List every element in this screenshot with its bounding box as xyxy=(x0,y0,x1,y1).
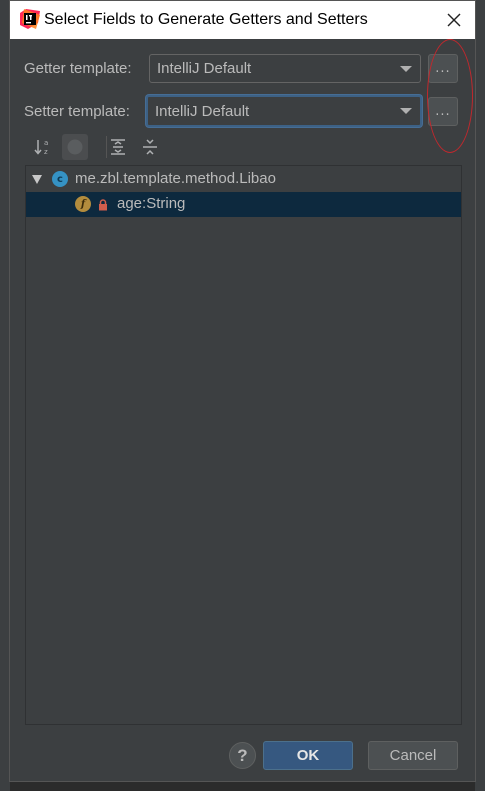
tree-field-label: age:String xyxy=(117,195,186,212)
background-editor-right xyxy=(475,0,485,791)
tree-class-label: me.zbl.template.method.Libao xyxy=(75,170,276,187)
private-lock-icon xyxy=(99,199,107,211)
class-icon: c xyxy=(52,171,68,187)
expand-all-button[interactable] xyxy=(105,134,131,160)
setter-template-combo[interactable]: IntelliJ Default xyxy=(146,95,422,127)
sort-alphabetically-button[interactable]: a z xyxy=(30,134,56,160)
fields-tree[interactable]: c me.zbl.template.method.Libao f age:Str… xyxy=(25,165,462,725)
setter-more-label: ... xyxy=(435,104,451,119)
show-classes-button[interactable] xyxy=(62,134,88,160)
field-icon: f xyxy=(75,196,91,212)
show-classes-icon xyxy=(67,139,83,155)
tree-class-node[interactable]: c me.zbl.template.method.Libao xyxy=(26,167,461,192)
getter-template-combo[interactable]: IntelliJ Default xyxy=(149,54,421,83)
help-button[interactable]: ? xyxy=(229,742,256,769)
collapse-all-icon xyxy=(143,139,157,155)
close-icon xyxy=(447,13,461,27)
close-button[interactable] xyxy=(441,7,467,33)
ok-button[interactable]: OK xyxy=(263,741,353,770)
getter-template-label: Getter template: xyxy=(24,60,132,77)
sort-alphabetically-icon: a z xyxy=(34,139,48,156)
setter-template-value: IntelliJ Default xyxy=(155,102,250,120)
dialog-titlebar: Select Fields to Generate Getters and Se… xyxy=(10,1,475,39)
getter-template-more-button[interactable]: ... xyxy=(428,54,458,83)
chevron-down-icon xyxy=(400,65,412,72)
setter-template-label: Setter template: xyxy=(24,103,130,120)
collapse-all-button[interactable] xyxy=(137,134,163,160)
cancel-label: Cancel xyxy=(389,747,437,764)
svg-text:z: z xyxy=(44,148,48,156)
chevron-down-icon xyxy=(400,108,412,114)
ok-label: OK xyxy=(296,747,320,764)
generate-getters-setters-dialog: Select Fields to Generate Getters and Se… xyxy=(9,0,476,782)
expand-arrow-icon[interactable] xyxy=(32,175,42,184)
cancel-button[interactable]: Cancel xyxy=(368,741,458,770)
svg-text:a: a xyxy=(44,139,48,147)
tree-field-node[interactable]: f age:String xyxy=(26,192,461,217)
intellij-app-icon xyxy=(20,9,40,29)
setter-template-more-button[interactable]: ... xyxy=(428,97,458,126)
getter-more-label: ... xyxy=(435,61,451,76)
expand-all-icon xyxy=(111,139,125,155)
dialog-title: Select Fields to Generate Getters and Se… xyxy=(44,11,368,28)
getter-template-value: IntelliJ Default xyxy=(157,60,252,77)
help-icon: ? xyxy=(237,745,248,765)
